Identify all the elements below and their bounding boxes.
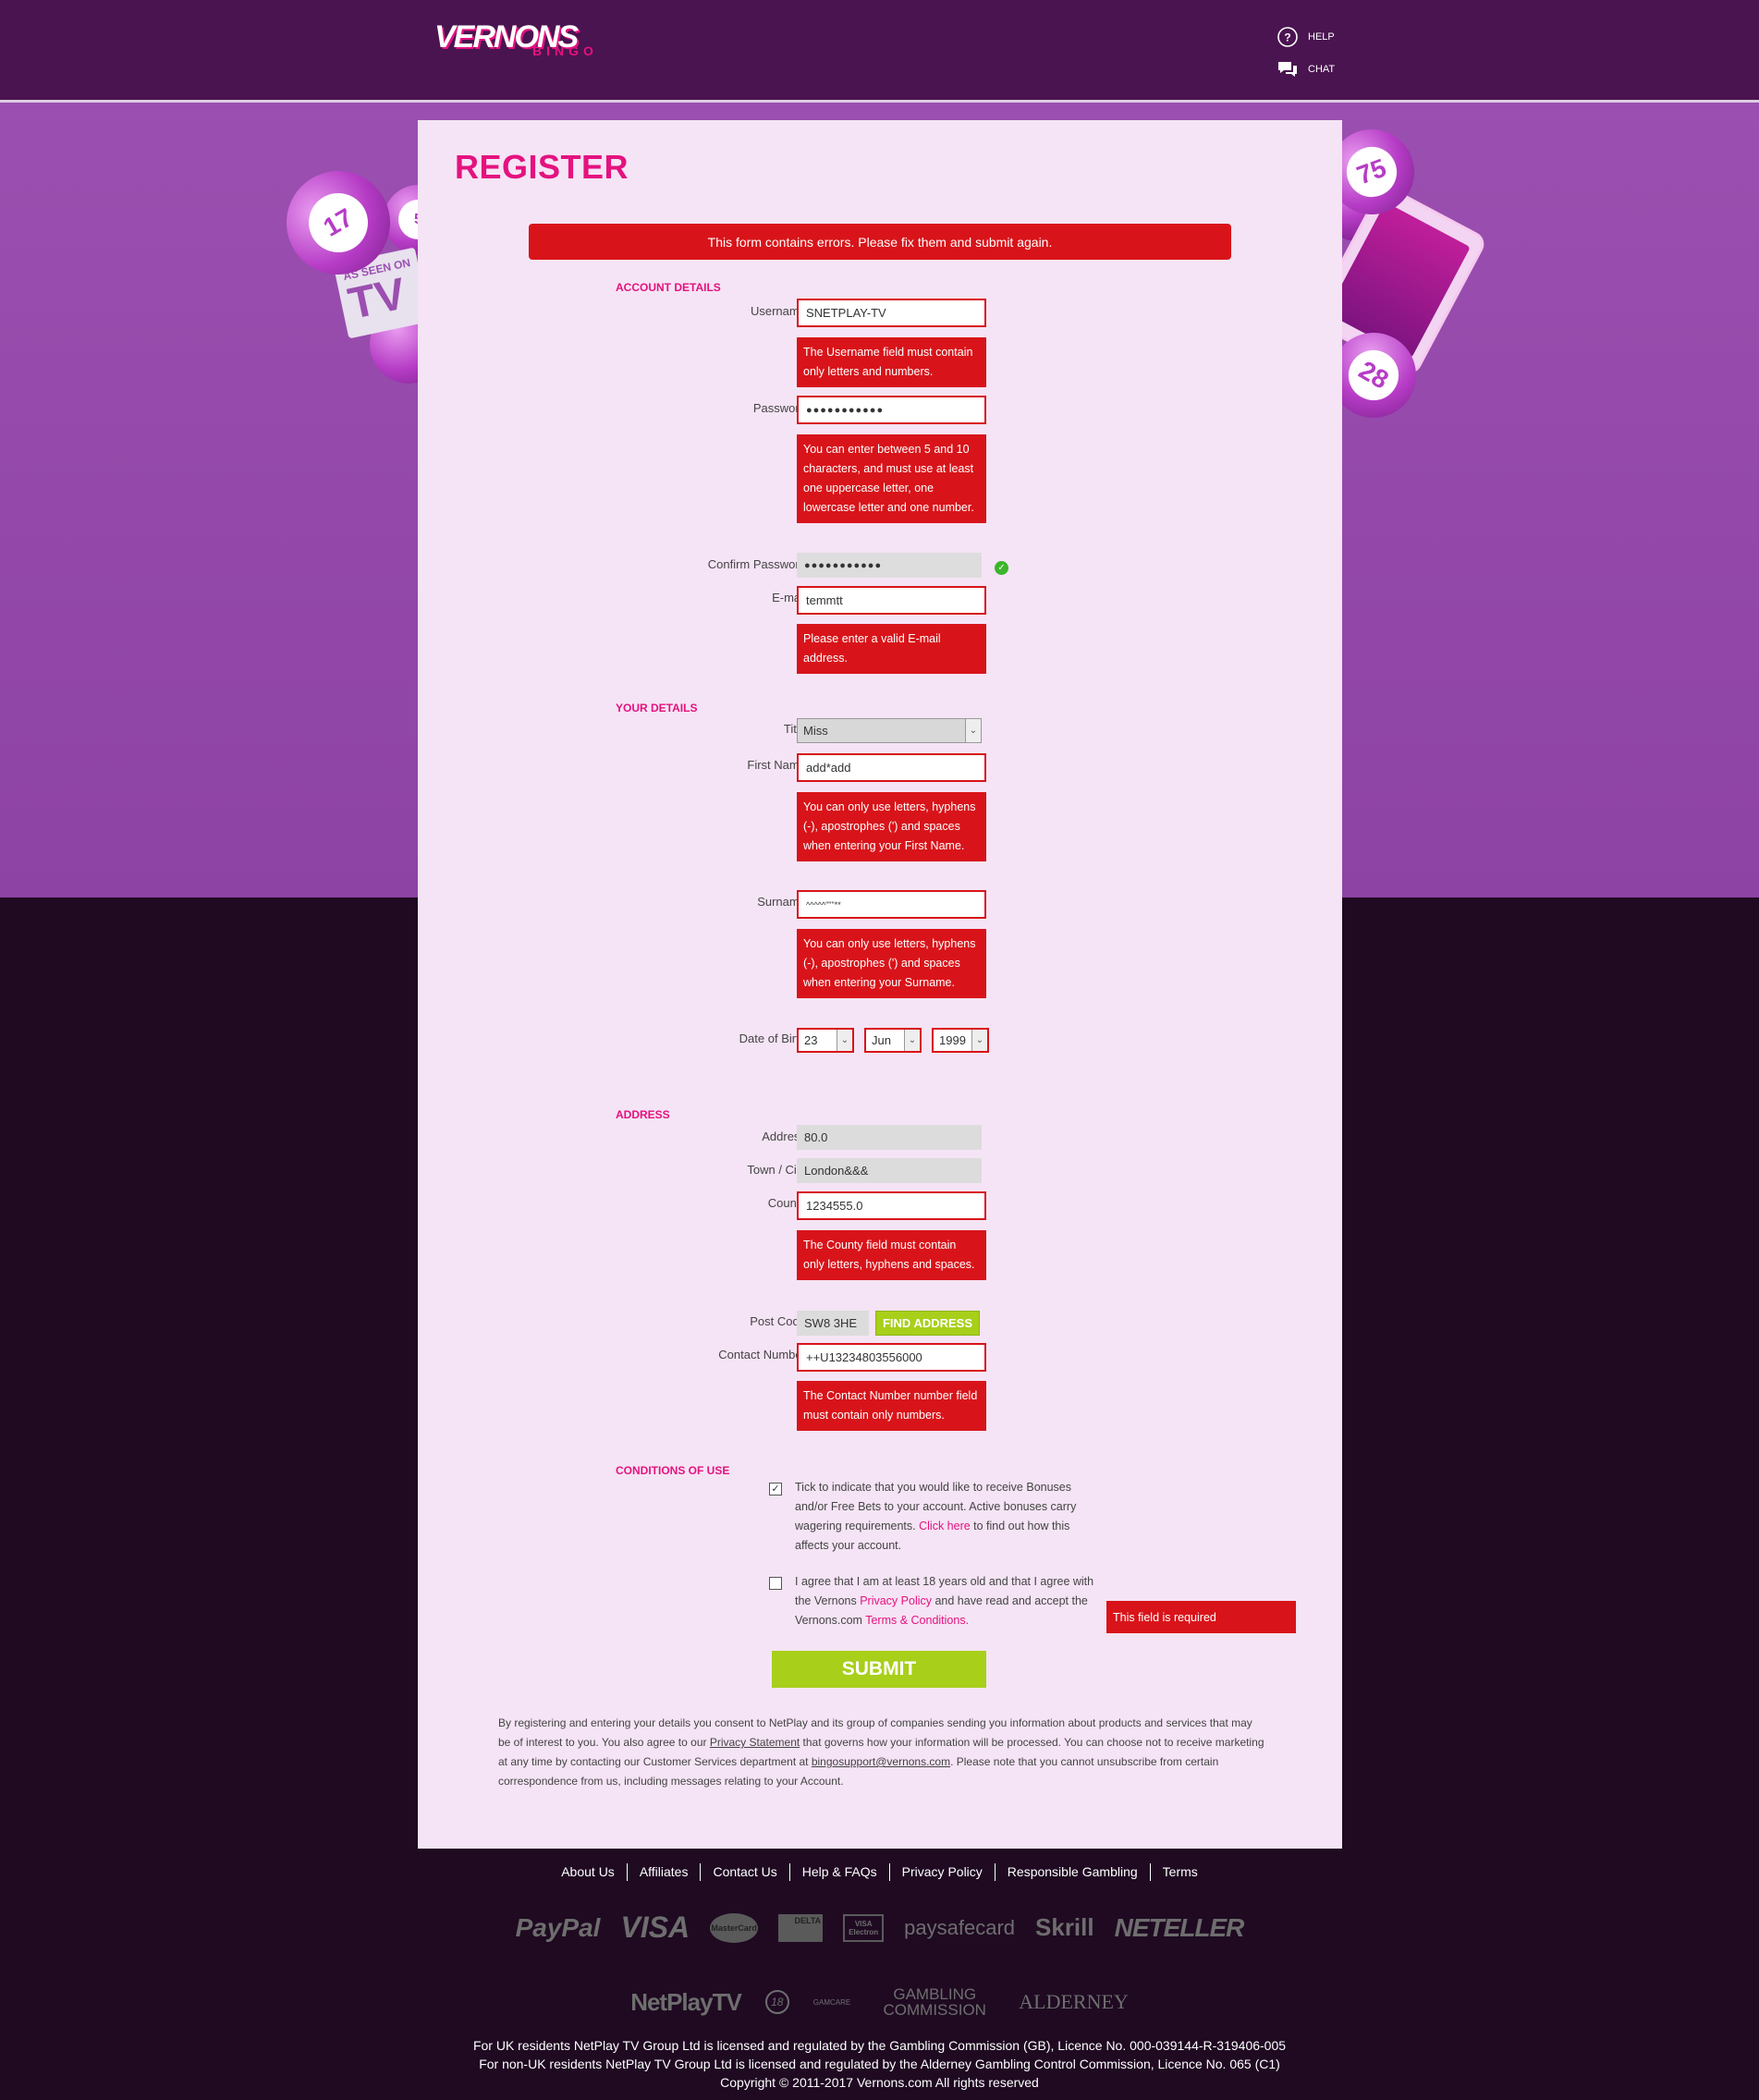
- form-error-banner: This form contains errors. Please fix th…: [529, 224, 1231, 260]
- consent-text: By registering and entering your details…: [498, 1716, 1264, 1788]
- footer-link-help-faqs[interactable]: Help & FAQs: [790, 1863, 890, 1881]
- age-terms-error: This field is required: [1106, 1601, 1296, 1633]
- ball-number: 75: [1339, 140, 1404, 204]
- ball-number: 17: [297, 181, 380, 264]
- regulator-logos: NetPlayTV 18 GAMCARE GAMBLING COMMISSION…: [0, 1986, 1759, 2018]
- postcode-input[interactable]: SW8 3HE: [797, 1311, 869, 1336]
- username-input[interactable]: SNETPLAY-TV: [797, 299, 986, 327]
- contact-number-input[interactable]: ++U13234803556000: [797, 1343, 986, 1372]
- gamcare-logo: GAMCARE: [812, 1997, 851, 2007]
- chat-icon: [1276, 58, 1299, 80]
- copyright: Copyright © 2011-2017 Vernons.com All ri…: [720, 2075, 1039, 2090]
- visa-electron-logo: VISA Electron: [843, 1913, 885, 1942]
- age-18-logo: 18: [764, 1990, 789, 2014]
- delta-logo: DELTA: [778, 1913, 824, 1942]
- bonus-info-link[interactable]: Click here: [919, 1520, 971, 1532]
- section-heading-account: ACCOUNT DETAILS: [616, 281, 721, 294]
- ball-number: 28: [1339, 341, 1408, 409]
- footer-link-responsible-gambling[interactable]: Responsible Gambling: [996, 1863, 1151, 1881]
- title-select-value: Miss: [803, 724, 828, 738]
- contact-number-error: The Contact Number number field must con…: [797, 1381, 986, 1431]
- footer-link-privacy-policy[interactable]: Privacy Policy: [890, 1863, 996, 1881]
- paysafecard-logo: paysafecard: [904, 1915, 1016, 1939]
- support-email-link[interactable]: bingosupport@vernons.com: [812, 1755, 950, 1768]
- valid-check-icon: ✓: [995, 561, 1008, 575]
- address-input[interactable]: 80.0: [797, 1125, 982, 1150]
- footer-nav: About Us Affiliates Contact Us Help & FA…: [0, 1863, 1759, 1881]
- payment-methods: PayPal VISA MasterCard DELTA VISA Electr…: [0, 1911, 1759, 1945]
- chevron-down-icon: ⌄: [904, 1030, 920, 1051]
- legal-non-uk: For non-UK residents NetPlay TV Group Lt…: [479, 2057, 1280, 2071]
- logo-subtitle: BINGO: [532, 43, 598, 58]
- age-terms-checkbox[interactable]: [769, 1577, 782, 1590]
- registration-form-card: REGISTER This form contains errors. Plea…: [418, 120, 1342, 1849]
- footer-link-terms[interactable]: Terms: [1151, 1863, 1210, 1881]
- mastercard-logo: MasterCard: [710, 1912, 759, 1943]
- chat-label: CHAT: [1308, 64, 1336, 75]
- dob-month-value: Jun: [872, 1033, 891, 1047]
- surname-error: You can only use letters, hyphens (-), a…: [797, 929, 986, 998]
- title-select[interactable]: Miss ⌄: [797, 718, 982, 743]
- first-name-error: You can only use letters, hyphens (-), a…: [797, 792, 986, 861]
- password-error: You can enter between 5 and 10 character…: [797, 434, 986, 523]
- help-label: HELP: [1308, 31, 1335, 43]
- dob-month-select[interactable]: Jun ⌄: [864, 1028, 922, 1053]
- dob-day-select[interactable]: 23 ⌄: [797, 1028, 854, 1053]
- first-name-input[interactable]: add*add: [797, 753, 986, 782]
- vernons-bingo-logo[interactable]: VERNONS BINGO: [434, 20, 605, 59]
- find-address-button[interactable]: FIND ADDRESS: [875, 1311, 980, 1336]
- section-heading-conditions: CONDITIONS OF USE: [616, 1464, 730, 1477]
- chat-link[interactable]: CHAT: [1276, 58, 1335, 80]
- svg-text:?: ?: [1284, 31, 1290, 44]
- terms-conditions-link[interactable]: Terms & Conditions: [865, 1614, 965, 1627]
- footer-link-about-us[interactable]: About Us: [549, 1863, 628, 1881]
- footer-link-affiliates[interactable]: Affiliates: [628, 1863, 702, 1881]
- chevron-down-icon: ⌄: [965, 719, 981, 742]
- section-heading-your-details: YOUR DETAILS: [616, 702, 698, 714]
- password-input[interactable]: ●●●●●●●●●●●: [797, 396, 986, 424]
- dob-day-value: 23: [804, 1033, 818, 1047]
- help-icon: ?: [1276, 26, 1299, 48]
- netplaytv-logo: NetPlayTV: [630, 1987, 742, 2016]
- chevron-down-icon: ⌄: [837, 1030, 852, 1051]
- age-terms-checkbox-label: I agree that I am at least 18 years old …: [795, 1575, 1094, 1627]
- dob-year-value: 1999: [939, 1033, 966, 1047]
- footer-link-contact-us[interactable]: Contact Us: [701, 1863, 790, 1881]
- neteller-logo: NETELLER: [1114, 1912, 1245, 1942]
- tv-badge-line2: TV: [344, 269, 410, 329]
- dob-year-select[interactable]: 1999 ⌄: [932, 1028, 989, 1053]
- privacy-policy-link[interactable]: Privacy Policy: [860, 1594, 932, 1607]
- page-title: REGISTER: [455, 148, 629, 186]
- help-link[interactable]: ? HELP: [1276, 26, 1335, 48]
- email-input[interactable]: temmtt: [797, 586, 986, 615]
- bonus-checkbox-label: Tick to indicate that you would like to …: [795, 1481, 1077, 1552]
- county-input[interactable]: 1234555.0: [797, 1191, 986, 1220]
- section-heading-address: ADDRESS: [616, 1108, 670, 1121]
- username-error: The Username field must contain only let…: [797, 337, 986, 387]
- county-error: The County field must contain only lette…: [797, 1230, 986, 1280]
- privacy-statement-link[interactable]: Privacy Statement: [710, 1736, 800, 1749]
- skrill-logo: Skrill: [1035, 1913, 1094, 1941]
- alderney-logo: ALDERNEY: [1019, 1990, 1129, 2013]
- site-header: [0, 0, 1759, 100]
- legal-text: For UK residents NetPlay TV Group Ltd is…: [0, 2036, 1759, 2092]
- submit-button[interactable]: SUBMIT: [772, 1651, 986, 1688]
- gambling-commission-logo: GAMBLING COMMISSION: [883, 1985, 986, 2019]
- bonus-checkbox[interactable]: ✓: [769, 1483, 782, 1496]
- paypal-logo: PayPal: [515, 1912, 601, 1942]
- email-error: Please enter a valid E-mail address.: [797, 624, 986, 674]
- confirm-password-input[interactable]: ●●●●●●●●●●●: [797, 553, 982, 578]
- visa-logo: VISA: [620, 1911, 690, 1944]
- chevron-down-icon: ⌄: [971, 1030, 987, 1051]
- legal-uk: For UK residents NetPlay TV Group Ltd is…: [472, 2038, 1287, 2053]
- town-input[interactable]: London&&&: [797, 1158, 982, 1183]
- surname-input[interactable]: ^^^^^"""**: [797, 890, 986, 919]
